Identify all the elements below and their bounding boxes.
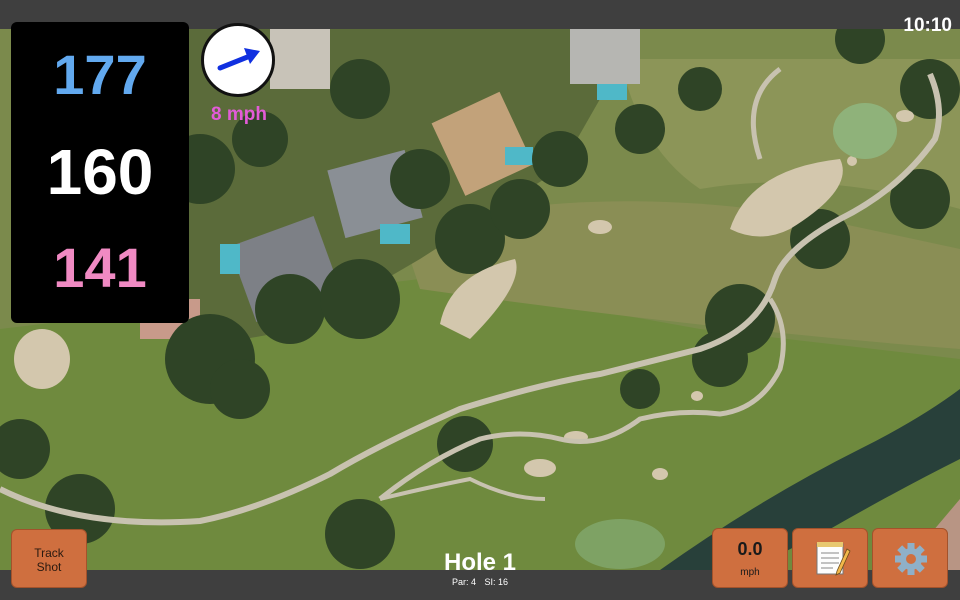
track-shot-button[interactable]: Track Shot [11,529,87,588]
wind-speed: 8 mph [211,104,267,125]
speed-unit: mph [740,567,760,578]
track-shot-label-line1: Track [34,546,64,560]
hole-par: Par: 4 [451,577,476,587]
status-clock: 10:10 [903,15,952,36]
hole-meta: Par: 4 SI: 16 [380,577,580,587]
notepad-icon [816,542,851,576]
hole-stroke-index: SI: 16 [484,577,509,587]
hole-title: Hole 1 [443,549,517,576]
back-distance: 177 [53,43,147,106]
settings-button[interactable] [872,528,948,588]
front-distance: 141 [53,236,147,299]
wind-direction-dial [201,23,275,97]
wind-direction-arrow-icon [217,48,260,71]
gear-icon [895,543,927,575]
middle-distance: 160 [46,136,154,208]
speed-value: 0.0 [737,539,763,559]
speed-button[interactable]: 0.0 mph [712,528,788,588]
distance-panel: 177 160 141 [11,22,189,323]
track-shot-label-line2: Shot [36,560,62,574]
golf-gps-screen: 10:10 177 160 141 8 mph Track Shot Hole … [0,0,960,600]
notes-button[interactable] [792,528,868,588]
